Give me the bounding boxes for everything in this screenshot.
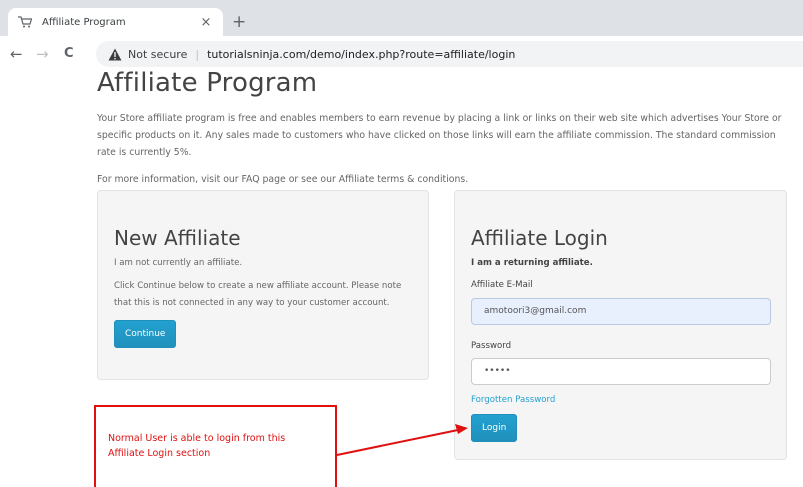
url-separator: |: [195, 47, 200, 61]
login-heading: Affiliate Login: [471, 226, 608, 250]
new-tab-button[interactable]: +: [232, 14, 246, 31]
new-affiliate-status: I am not currently an affiliate.: [114, 258, 243, 268]
password-field[interactable]: •••••: [471, 358, 771, 385]
cart-icon: [18, 16, 32, 28]
page-title: Affiliate Program: [97, 68, 318, 98]
url-text[interactable]: tutorialsninja.com/demo/index.php?route=…: [207, 48, 515, 61]
tab-close-icon[interactable]: ×: [199, 15, 213, 30]
annotation-box: Normal User is able to login from this A…: [94, 405, 337, 487]
new-affiliate-panel: New Affiliate I am not currently an affi…: [97, 190, 429, 380]
forgotten-password-link[interactable]: Forgotten Password: [471, 395, 555, 405]
warning-icon: [108, 48, 122, 60]
url-omnibox[interactable]: Not secure | tutorialsninja.com/demo/ind…: [96, 41, 803, 67]
forward-arrow-icon[interactable]: →: [36, 45, 49, 63]
browser-tab[interactable]: Affiliate Program ×: [8, 8, 223, 36]
continue-button[interactable]: Continue: [114, 320, 177, 348]
tab-title: Affiliate Program: [42, 16, 126, 28]
more-info-paragraph: For more information, visit our FAQ page…: [97, 174, 469, 185]
intro-paragraph: Your Store affiliate program is free and…: [97, 113, 782, 158]
browser-tab-bar: Affiliate Program × +: [0, 0, 803, 36]
email-field[interactable]: amotoori3@gmail.com: [471, 298, 771, 325]
back-arrow-icon[interactable]: ←: [10, 45, 23, 63]
login-button[interactable]: Login: [471, 414, 518, 442]
annotation-text: Normal User is able to login from this A…: [108, 433, 286, 459]
login-subheading: I am a returning affiliate.: [471, 258, 593, 268]
new-affiliate-heading: New Affiliate: [114, 226, 241, 250]
new-affiliate-description: Click Continue below to create a new aff…: [114, 281, 402, 308]
password-label: Password: [471, 341, 512, 351]
main-content: Affiliate Program Your Store affiliate p…: [97, 66, 797, 188]
reload-icon[interactable]: C: [64, 45, 74, 63]
security-status[interactable]: Not secure: [128, 48, 187, 61]
affiliate-login-panel: Affiliate Login I am a returning affilia…: [454, 190, 787, 460]
email-label: Affiliate E-Mail: [471, 280, 533, 290]
